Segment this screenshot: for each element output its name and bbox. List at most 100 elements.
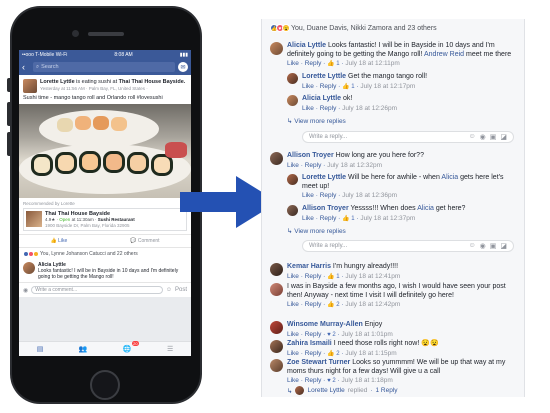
- reply-link[interactable]: Reply: [305, 377, 322, 384]
- reply-time[interactable]: July 18 at 12:37pm: [360, 215, 415, 222]
- camera-icon[interactable]: ◉: [480, 242, 486, 250]
- comment-author[interactable]: Kemar Harris: [287, 263, 331, 270]
- sushi-photo[interactable]: [19, 104, 191, 198]
- reaction-summary[interactable]: You, Lynne Johanson Catucci and 22 other…: [19, 248, 191, 260]
- like-count[interactable]: ♥ 2: [327, 332, 336, 338]
- like-count[interactable]: 👍 1: [342, 84, 354, 90]
- comment-author[interactable]: Winsome Murray-Allen: [287, 321, 363, 328]
- like-link[interactable]: Like: [287, 301, 299, 308]
- mention-link[interactable]: Alicia: [417, 205, 434, 212]
- avatar[interactable]: [287, 205, 298, 216]
- reply-link[interactable]: Reply: [305, 162, 322, 169]
- like-count[interactable]: 👍 2: [327, 302, 339, 308]
- reaction-summary-top[interactable]: 👍♥ 😮 You, Duane Davis, Nikki Zamora and 2…: [270, 24, 437, 32]
- like-link[interactable]: Like: [302, 215, 314, 222]
- comment-time[interactable]: July 18 at 1:01pm: [341, 331, 392, 338]
- sticker-icon[interactable]: ◪: [500, 133, 507, 141]
- like-count[interactable]: 👍 1: [327, 61, 339, 67]
- reply-time[interactable]: July 18 at 12:36pm: [342, 192, 397, 199]
- place-card[interactable]: Thai Thai House Bayside 4.9★ · Open at 1…: [23, 208, 187, 231]
- like-link[interactable]: Like: [302, 192, 314, 199]
- reply-link[interactable]: Reply: [305, 331, 322, 338]
- reply-link[interactable]: Reply: [320, 105, 337, 112]
- like-count[interactable]: 👍 1: [327, 274, 339, 280]
- like-link[interactable]: Like: [287, 331, 299, 338]
- avatar[interactable]: [270, 263, 283, 276]
- reply-author[interactable]: Allison Troyer: [302, 205, 349, 212]
- like-link[interactable]: Like: [302, 83, 314, 90]
- comment-time[interactable]: July 18 at 1:15pm: [345, 350, 396, 357]
- like-link[interactable]: Like: [287, 162, 299, 169]
- gif-icon[interactable]: ▣: [490, 242, 497, 250]
- post-button[interactable]: Post: [175, 287, 187, 293]
- avatar[interactable]: [270, 42, 283, 55]
- comment-time[interactable]: July 18 at 12:32pm: [327, 162, 382, 169]
- friends-tab-icon[interactable]: 👥: [79, 345, 88, 353]
- back-icon[interactable]: ‹: [22, 62, 30, 72]
- phone-home-button[interactable]: [90, 370, 120, 400]
- reply-input[interactable]: Write a reply... ☺ ◉ ▣ ◪: [302, 240, 514, 252]
- messenger-icon[interactable]: ✉: [178, 62, 188, 72]
- like-link[interactable]: Like: [287, 60, 299, 67]
- emoji-icon[interactable]: ☺: [468, 133, 475, 141]
- like-link[interactable]: Like: [287, 350, 299, 357]
- reply-author[interactable]: Lorette Lyttle: [302, 73, 346, 80]
- like-link[interactable]: Like: [287, 377, 299, 384]
- view-more-replies-link[interactable]: ↳ View more replies: [287, 117, 346, 125]
- comment-author[interactable]: Alicia Lyttle: [287, 42, 326, 49]
- comment-author[interactable]: Zoe Stewart Turner: [287, 359, 350, 366]
- like-button[interactable]: 👍 Like: [50, 238, 67, 244]
- comment-time[interactable]: July 18 at 12:41pm: [345, 273, 400, 280]
- like-count[interactable]: ♥ 2: [327, 378, 336, 384]
- comment-author[interactable]: Allison Troyer: [287, 152, 334, 159]
- comment-time[interactable]: July 18 at 12:11pm: [345, 60, 399, 67]
- menu-tab-icon[interactable]: ☰: [167, 345, 173, 353]
- avatar[interactable]: [270, 283, 283, 296]
- reply-author[interactable]: Lorette Lyttle: [302, 174, 346, 181]
- comment-author[interactable]: Zahira Ismaili: [287, 340, 332, 347]
- avatar[interactable]: [270, 321, 283, 334]
- reply-link[interactable]: Reply: [320, 192, 337, 199]
- view-more-replies-link[interactable]: ↳ View more replies: [287, 227, 346, 235]
- comment-time[interactable]: July 18 at 12:42pm: [345, 301, 400, 308]
- comment-time[interactable]: July 18 at 1:18pm: [341, 377, 392, 384]
- comment-input[interactable]: Write a comment...: [31, 286, 163, 294]
- like-link[interactable]: Like: [287, 273, 299, 280]
- replied-summary-link[interactable]: ↳ Lorette Lyttle replied · 1 Reply: [287, 386, 398, 395]
- reply-link[interactable]: Reply: [305, 350, 322, 357]
- search-input[interactable]: ⌕ Search: [33, 62, 175, 72]
- reply-time[interactable]: July 18 at 12:26pm: [342, 105, 397, 112]
- like-count[interactable]: 👍 1: [342, 216, 354, 222]
- reply-input[interactable]: Write a reply... ☺ ◉ ▣ ◪: [302, 131, 514, 143]
- reply-link[interactable]: Reply: [305, 301, 322, 308]
- gif-icon[interactable]: ▣: [490, 133, 497, 141]
- post-place[interactable]: Thai Thai House Bayside.: [119, 79, 186, 85]
- camera-icon[interactable]: ◉: [23, 287, 28, 294]
- like-link[interactable]: Like: [302, 105, 314, 112]
- avatar[interactable]: [287, 73, 298, 84]
- reply-link[interactable]: Reply: [320, 215, 337, 222]
- emoji-icon[interactable]: ☺: [166, 287, 172, 293]
- avatar[interactable]: [270, 359, 283, 372]
- avatar[interactable]: [23, 262, 35, 274]
- sticker-icon[interactable]: ◪: [500, 242, 507, 250]
- news-feed-tab-icon[interactable]: ▤: [37, 345, 44, 353]
- reply-link[interactable]: Reply: [305, 60, 322, 67]
- comment-button[interactable]: 💬 Comment: [130, 238, 159, 244]
- reply-time[interactable]: July 18 at 12:17pm: [360, 83, 415, 90]
- notifications-tab-icon[interactable]: 🌐 20: [123, 341, 139, 353]
- like-count[interactable]: 👍 2: [327, 351, 339, 357]
- avatar[interactable]: [270, 340, 283, 353]
- avatar[interactable]: [287, 174, 298, 185]
- post-author[interactable]: Lorette Lyttle: [40, 79, 75, 85]
- mention-link[interactable]: Andrew Reid: [424, 51, 464, 58]
- mention-link[interactable]: Alicia: [441, 174, 458, 181]
- reply-author[interactable]: Alicia Lyttle: [302, 95, 341, 102]
- reply-link[interactable]: Reply: [320, 83, 337, 90]
- avatar[interactable]: [23, 79, 37, 93]
- avatar[interactable]: [270, 152, 283, 165]
- reply-link[interactable]: Reply: [305, 273, 322, 280]
- emoji-icon[interactable]: ☺: [468, 242, 475, 250]
- camera-icon[interactable]: ◉: [480, 133, 486, 141]
- avatar[interactable]: [287, 95, 298, 106]
